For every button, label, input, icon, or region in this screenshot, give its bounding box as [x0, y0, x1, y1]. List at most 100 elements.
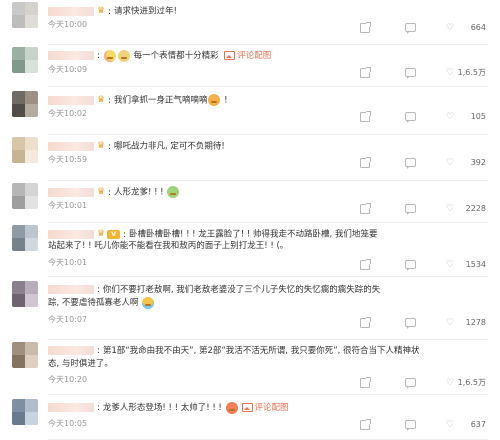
like-count: 1534: [465, 260, 486, 269]
username-blurred[interactable]: [48, 346, 94, 355]
love-face-emoji-icon: [225, 401, 238, 414]
like-button[interactable]: ♡ 2228: [446, 203, 486, 215]
reply-icon[interactable]: [405, 378, 416, 389]
like-button[interactable]: ♡ 1278: [446, 317, 486, 329]
share-icon[interactable]: [360, 111, 371, 122]
share-icon[interactable]: [360, 157, 371, 168]
share-icon[interactable]: [360, 22, 371, 33]
crown-badge-icon: ♛: [97, 95, 106, 105]
colon-separator: :: [108, 6, 111, 17]
avatar[interactable]: [12, 281, 38, 307]
grin-emoji-icon: [208, 94, 221, 106]
thumb-up-icon[interactable]: ♡: [446, 317, 454, 329]
like-count: 664: [470, 23, 486, 32]
like-count: 105: [470, 112, 486, 121]
thumb-up-icon[interactable]: ♡: [446, 203, 454, 215]
avatar[interactable]: [12, 183, 38, 209]
username-blurred[interactable]: [48, 141, 94, 151]
like-count: 2228: [465, 204, 486, 213]
comment-item: ♛: 请求快进到过年! 今天10:00 ♡ 664: [0, 0, 500, 45]
reply-icon[interactable]: [405, 68, 416, 79]
share-icon[interactable]: [360, 317, 371, 328]
avatar[interactable]: [12, 225, 38, 251]
comment-actions: ♡ 1,6.5万: [356, 67, 486, 79]
crown-badge-icon: ♛: [97, 187, 106, 197]
image-icon[interactable]: [224, 51, 236, 60]
comment-item: ♛: 我们拿抓一身正气嘀嘀嘀 ! 今天10:02 ♡ 105: [0, 87, 500, 135]
like-button[interactable]: ♡ 1,6.5万: [446, 377, 486, 389]
like-count: 392: [470, 158, 486, 167]
comment-line: ♛: 人形龙爹! ! !: [48, 185, 488, 200]
avatar[interactable]: [12, 2, 38, 28]
comment-item: ♛: 哪吒战力非凡, 定可不负期待! 今天10:59 ♡ 392: [0, 135, 500, 181]
like-button[interactable]: ♡ 637: [446, 419, 486, 431]
comment-item: : 你们不要打老敖啊, 我们老敖老婆没了三个儿子失忆的失忆瘸的瘸失踪的失 踪, 不要…: [0, 277, 500, 340]
timestamp: 今天10:01: [48, 258, 88, 267]
comment-text: 人形龙爹! ! !: [113, 187, 167, 198]
comment-text: 龙爹人形态登场! ! ! 太帅了! ! !: [102, 403, 225, 413]
username-blurred[interactable]: [48, 285, 94, 294]
comment-text: 你们不要打老敖啊, 我们老敖老婆没了三个儿子失忆的失忆瘸的瘸失踪的失: [102, 285, 381, 295]
comment-actions: ♡ 1534: [356, 259, 486, 271]
reply-icon[interactable]: [405, 318, 416, 329]
avatar[interactable]: [12, 47, 38, 73]
avatar[interactable]: [12, 137, 38, 163]
comment-item: ♛: 人形龙爹! ! ! 今天10:01 ♡ 2228: [0, 181, 500, 223]
share-icon[interactable]: [360, 203, 371, 214]
colon-separator: :: [108, 187, 111, 198]
comment-image-link[interactable]: 评论配图: [237, 51, 271, 61]
like-button[interactable]: ♡ 392: [446, 157, 486, 169]
username-blurred[interactable]: [48, 403, 94, 412]
avatar[interactable]: [12, 91, 38, 117]
username-blurred[interactable]: [48, 6, 94, 16]
comment-actions: ♡ 105: [356, 111, 486, 123]
like-button[interactable]: ♡ 105: [446, 111, 486, 123]
crying-emoji-icon: [142, 296, 155, 309]
colon-separator: :: [108, 141, 111, 152]
thumb-up-icon[interactable]: ♡: [446, 419, 454, 431]
username-blurred[interactable]: [48, 229, 94, 239]
crown-badge-icon: ♛: [97, 6, 106, 16]
comment-text: 站起来了! ! 吒儿你能不能看在我和敖丙的面子上别打龙王! ! (。: [48, 241, 289, 251]
thumb-up-icon[interactable]: ♡: [446, 259, 454, 271]
share-icon[interactable]: [360, 377, 371, 388]
comment-text: 我们拿抓一身正气嘀嘀嘀: [113, 95, 208, 106]
comment-line: : 龙爹人形态登场! ! ! 太帅了! ! ! 评论配图: [48, 401, 488, 415]
comment-item: : 龙爹人形态登场! ! ! 太帅了! ! ! 评论配图今天10:05 ♡ 637: [0, 395, 500, 440]
comment-text: 第1部“我命由我不由天”, 第2部“我活不活无所谓, 我只要你死”, 很符合当下…: [102, 346, 420, 356]
avatar[interactable]: [12, 342, 38, 368]
reply-icon[interactable]: [405, 420, 416, 431]
like-button[interactable]: ♡ 1534: [446, 259, 486, 271]
comment-text: 卧槽卧槽卧槽! ! ! 龙王露脸了! ! 帅得我走不动路卧槽, 我们地笼要: [128, 229, 378, 240]
share-icon[interactable]: [360, 419, 371, 430]
comment-line: ♛: 请求快进到过年!: [48, 4, 488, 19]
like-count: 1,6.5万: [457, 68, 486, 77]
avatar[interactable]: [12, 399, 38, 425]
like-button[interactable]: ♡ 664: [446, 22, 486, 34]
thumb-up-icon[interactable]: ♡: [446, 22, 454, 34]
share-icon[interactable]: [360, 259, 371, 270]
reply-icon[interactable]: [405, 204, 416, 215]
timestamp: 今天10:05: [48, 419, 88, 428]
reply-icon[interactable]: [405, 260, 416, 271]
share-icon[interactable]: [360, 67, 371, 78]
thumb-up-icon[interactable]: ♡: [446, 157, 454, 169]
comment-line: ♛: 哪吒战力非凡, 定可不负期待!: [48, 139, 488, 154]
thumb-up-icon[interactable]: ♡: [446, 111, 454, 123]
username-blurred[interactable]: [48, 95, 94, 105]
username-blurred[interactable]: [48, 187, 94, 197]
image-icon[interactable]: [241, 403, 253, 412]
comment-text: 态, 与时俱进了。: [48, 359, 113, 369]
comment-image-link[interactable]: 评论配图: [255, 403, 289, 413]
reply-icon[interactable]: [405, 112, 416, 123]
like-button[interactable]: ♡ 1,6.5万: [446, 67, 486, 79]
comment-text-line2: 踪, 不要虐待孤寡老人啊: [48, 296, 478, 310]
username-blurred[interactable]: [48, 51, 94, 60]
comment-actions: ♡ 1,6.5万: [356, 377, 486, 389]
thumb-up-icon[interactable]: ♡: [446, 67, 454, 79]
sick-face-emoji-icon: [167, 186, 180, 198]
reply-icon[interactable]: [405, 23, 416, 34]
cute-face-emoji-icon: [117, 49, 130, 62]
reply-icon[interactable]: [405, 158, 416, 169]
thumb-up-icon[interactable]: ♡: [446, 377, 454, 389]
